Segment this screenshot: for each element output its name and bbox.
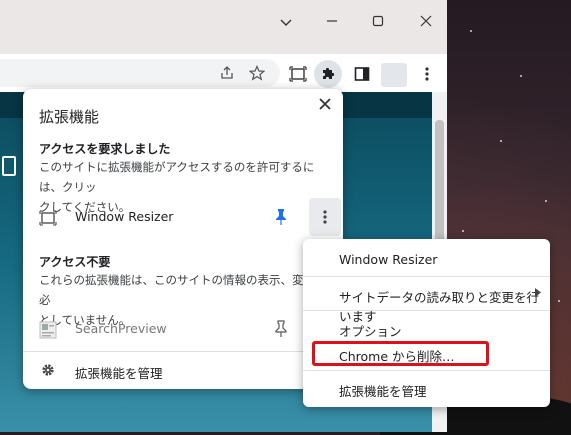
extension-name: SearchPreview xyxy=(75,321,167,336)
pin-icon[interactable] xyxy=(275,208,289,226)
minimize-icon[interactable] xyxy=(322,13,342,33)
close-window-icon[interactable] xyxy=(416,13,436,33)
popup-title: 拡張機能 xyxy=(39,108,100,126)
window-resize-icon xyxy=(39,209,57,227)
menu-separator xyxy=(303,370,550,371)
title-bar xyxy=(0,0,447,54)
extension-name: Window Resizer xyxy=(75,209,174,224)
page-glyph xyxy=(2,156,16,176)
more-actions-icon[interactable] xyxy=(309,198,341,236)
search-preview-icon xyxy=(39,321,57,339)
not-needed-section-heading: アクセス不要 xyxy=(39,255,111,269)
browser-menu-icon[interactable] xyxy=(416,63,438,85)
extension-row-searchpreview[interactable]: SearchPreview xyxy=(23,315,343,345)
star xyxy=(545,200,547,202)
manage-extensions-label: 拡張機能を管理 xyxy=(75,366,163,381)
star xyxy=(520,75,522,77)
star xyxy=(470,30,472,32)
menu-separator xyxy=(303,276,550,277)
description-line: このサイトに拡張機能がアクセスするのを許可するには、クリッ xyxy=(39,160,315,194)
star xyxy=(500,140,502,142)
share-icon[interactable] xyxy=(216,62,238,84)
address-bar[interactable] xyxy=(0,59,280,87)
chevron-down-icon[interactable] xyxy=(276,13,296,33)
close-icon[interactable] xyxy=(315,95,335,114)
menu-item-site-access[interactable]: サイトデータの読み取りと変更を行います xyxy=(339,287,550,325)
pin-icon[interactable] xyxy=(275,320,289,338)
star xyxy=(462,230,464,232)
browser-toolbar xyxy=(0,54,447,93)
maximize-icon[interactable] xyxy=(368,13,388,33)
manage-extensions-row[interactable]: 拡張機能を管理 xyxy=(23,353,343,389)
extensions-puzzle-icon[interactable] xyxy=(314,60,342,88)
highlight-annotation xyxy=(312,341,489,366)
bookmark-star-icon[interactable] xyxy=(246,62,268,84)
gear-icon xyxy=(41,363,55,377)
requested-section-heading: アクセスを要求しました xyxy=(39,142,171,156)
divider xyxy=(23,351,343,352)
extension-context-menu: Window Resizer サイトデータの読み取りと変更を行います オプション… xyxy=(303,239,550,407)
star xyxy=(558,300,560,302)
menu-item-options[interactable]: オプション xyxy=(339,321,402,340)
extension-row-window-resizer[interactable]: Window Resizer xyxy=(23,198,343,236)
extensions-popup: 拡張機能 アクセスを要求しました このサイトに拡張機能がアクセスするのを許可する… xyxy=(23,89,343,389)
side-panel-icon[interactable] xyxy=(351,63,373,85)
profile-avatar[interactable] xyxy=(381,63,407,87)
submenu-arrow-icon xyxy=(535,288,541,300)
menu-separator xyxy=(303,310,550,311)
menu-item-extension-name[interactable]: Window Resizer xyxy=(339,252,437,267)
description-line: これらの拡張機能は、このサイトの情報の表示、変更を必 xyxy=(39,273,327,307)
window-resizer-toolbar-icon[interactable] xyxy=(287,63,309,85)
menu-item-manage-extensions[interactable]: 拡張機能を管理 xyxy=(339,381,427,400)
